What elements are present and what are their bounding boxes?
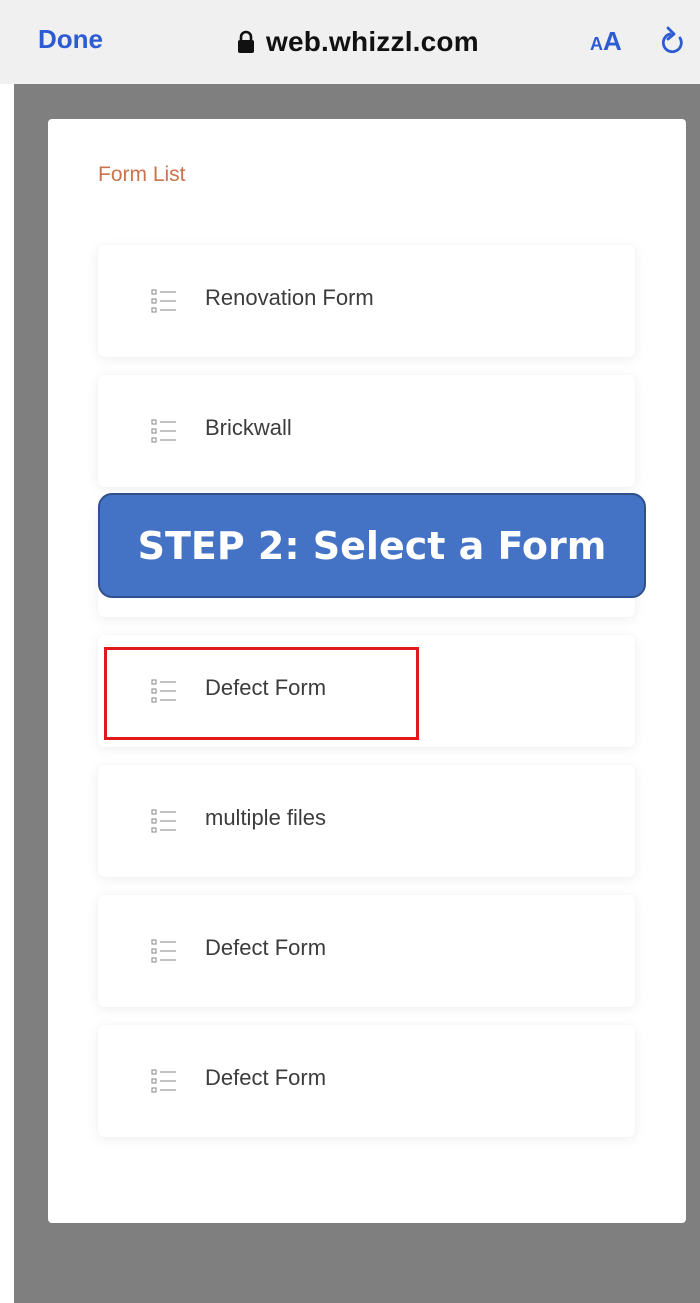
reload-icon[interactable] (658, 26, 688, 58)
form-item-defect-3[interactable]: Defect Form (98, 1025, 635, 1137)
list-icon (151, 1069, 176, 1093)
form-item-multiple-files[interactable]: multiple files (98, 765, 635, 877)
url-text: web.whizzl.com (266, 26, 479, 57)
list-icon (151, 939, 176, 963)
done-button[interactable]: Done (38, 24, 103, 55)
form-item-label: Defect Form (205, 935, 327, 960)
lock-icon (238, 30, 254, 53)
form-item-defect-2[interactable]: Defect Form (98, 895, 635, 1007)
form-item-label: multiple files (205, 805, 327, 830)
page-edge (0, 84, 14, 1303)
text-size-small-label: A (590, 34, 603, 54)
form-list-title: Form List (98, 163, 186, 186)
form-item-label: Brickwall (205, 415, 292, 440)
browser-toolbar: Done web.whizzl.com AA (0, 0, 700, 84)
text-size-large-label: A (603, 26, 622, 56)
list-icon (151, 289, 176, 313)
list-icon (151, 419, 176, 443)
form-item-label: Defect Form (205, 1065, 327, 1090)
form-item-renovation[interactable]: Renovation Form (98, 245, 635, 357)
step-text: STEP 2: Select a Form (137, 523, 607, 568)
page: Done web.whizzl.com AA Form List Renovat… (0, 0, 700, 1303)
text-size-button[interactable]: AA (590, 26, 622, 57)
step-banner: STEP 2: Select a Form (98, 493, 646, 598)
list-icon (151, 809, 176, 833)
form-item-brickwall[interactable]: Brickwall (98, 375, 635, 487)
selection-highlight-box (104, 647, 419, 740)
form-item-label: Renovation Form (205, 285, 374, 310)
address-bar[interactable]: web.whizzl.com (236, 22, 479, 62)
